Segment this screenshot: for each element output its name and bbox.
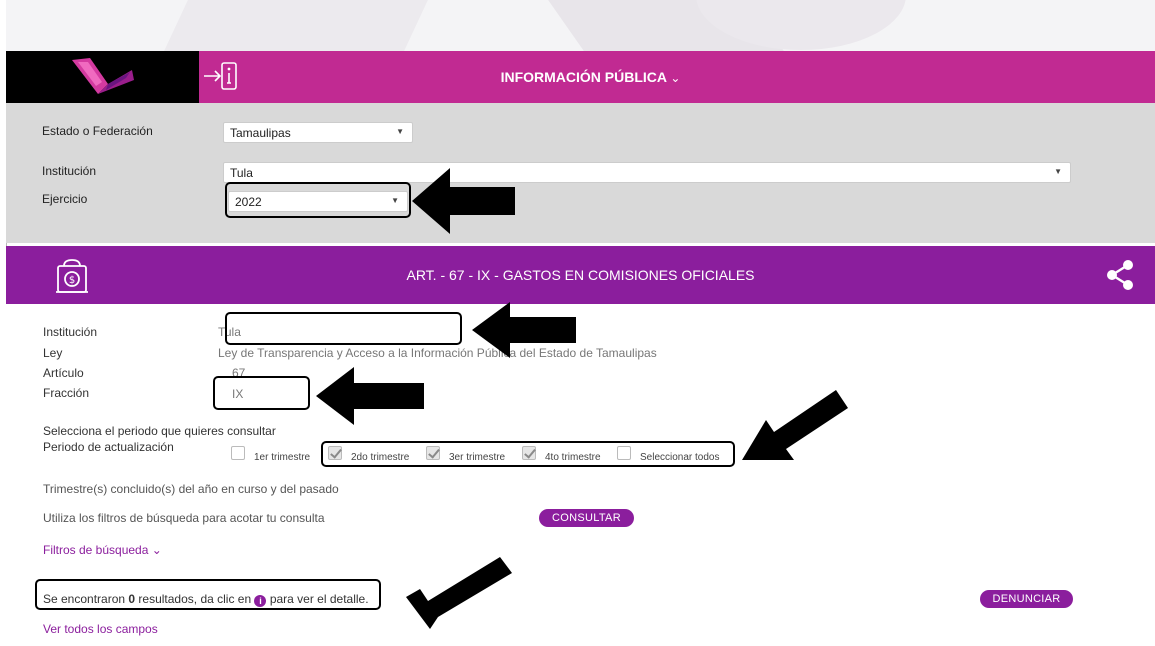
highlight-periodo (321, 441, 735, 467)
trimestres-note: Trimestre(s) concluido(s) del año en cur… (43, 482, 339, 496)
filter-panel: Estado o Federación Tamaulipas ▼ Institu… (6, 103, 1155, 243)
arrow-annotation (412, 168, 515, 234)
highlight-ejercicio (225, 182, 411, 218)
highlight-results (35, 579, 381, 610)
arrow-annotation (742, 390, 848, 460)
info-ley-value: Ley de Transparencia y Acceso a la Infor… (218, 346, 657, 360)
estado-select[interactable]: Tamaulipas ▼ (223, 122, 413, 143)
arrow-annotation (316, 367, 424, 425)
informacion-publica-menu[interactable]: INFORMACIÓN PÚBLICA ⌄ (6, 51, 1155, 103)
institucion-select-value: Tula (230, 166, 253, 180)
highlight-fraccion (213, 376, 310, 410)
article-bar: $ ART. - 67 - IX - GASTOS EN COMISIONES … (6, 246, 1155, 304)
top-banner (6, 0, 1155, 51)
chevron-down-icon: ⌄ (670, 71, 681, 85)
info-fraccion-label: Fracción (43, 386, 90, 400)
arrow-annotation (406, 557, 512, 629)
checkbox-1er-trimestre[interactable] (231, 446, 245, 460)
article-title: ART. - 67 - IX - GASTOS EN COMISIONES OF… (406, 267, 755, 283)
info-ley-label: Ley (43, 346, 63, 360)
arrow-annotation (472, 302, 576, 358)
filtros-busqueda-link[interactable]: Filtros de búsqueda ⌄ (43, 543, 162, 557)
share-icon[interactable] (1104, 258, 1136, 297)
chevron-down-icon: ⌄ (151, 543, 162, 557)
info-articulo-label: Artículo (43, 366, 84, 380)
periodo-label: Periodo de actualización (43, 440, 174, 454)
ver-todos-link[interactable]: Ver todos los campos (43, 622, 158, 636)
info-institucion-label: Institución (43, 325, 98, 339)
denunciar-button[interactable]: DENUNCIAR (980, 590, 1073, 608)
caret-down-icon: ▼ (1054, 167, 1062, 176)
header-title-text: INFORMACIÓN PÚBLICA (500, 69, 667, 85)
highlight-institucion (225, 312, 462, 345)
main-header: INFORMACIÓN PÚBLICA ⌄ (6, 51, 1155, 103)
estado-select-value: Tamaulipas (230, 126, 291, 140)
caret-down-icon: ▼ (396, 127, 404, 136)
filtros-hint: Utiliza los filtros de búsqueda para aco… (43, 511, 325, 525)
ejercicio-label: Ejercicio (42, 192, 88, 206)
filtros-busqueda-text: Filtros de búsqueda (43, 543, 149, 557)
estado-label: Estado o Federación (42, 124, 153, 138)
consultar-button[interactable]: CONSULTAR (539, 509, 634, 527)
checkbox-label-1er: 1er trimestre (254, 452, 311, 463)
institucion-select[interactable]: Tula ▼ (223, 162, 1071, 183)
periodo-prompt: Selecciona el periodo que quieres consul… (43, 424, 276, 438)
institucion-label: Institución (42, 164, 97, 178)
